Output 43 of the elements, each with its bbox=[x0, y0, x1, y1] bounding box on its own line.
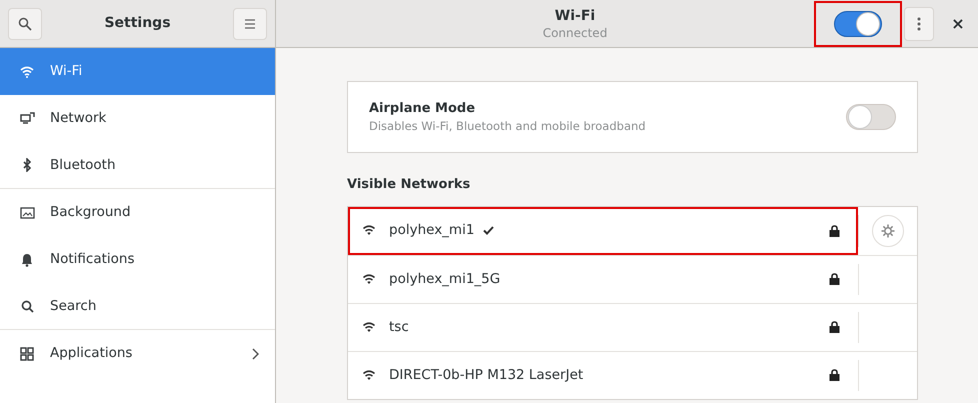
wifi-signal-icon bbox=[363, 322, 375, 332]
settings-button[interactable] bbox=[872, 214, 904, 246]
wifi-icon bbox=[19, 66, 35, 78]
bell-icon bbox=[19, 252, 35, 266]
menu-icon bbox=[244, 18, 256, 28]
sidebar-item[interactable]: Bluetooth bbox=[0, 142, 275, 189]
computer-icon bbox=[19, 112, 35, 125]
page-subtitle: Connected bbox=[542, 24, 608, 40]
settings-icon bbox=[881, 224, 895, 238]
network-row[interactable]: polyhex_mi1_5G bbox=[348, 254, 917, 302]
search-icon bbox=[19, 300, 35, 312]
sidebar-item[interactable]: Applications bbox=[0, 330, 275, 377]
network-row[interactable]: tsc bbox=[348, 302, 917, 350]
image-icon bbox=[19, 206, 35, 218]
menu-button[interactable] bbox=[233, 8, 267, 40]
search-button[interactable] bbox=[8, 8, 42, 40]
network-name: polyhex_mi1 bbox=[389, 221, 474, 240]
sidebar-item[interactable]: Network bbox=[0, 95, 275, 142]
sidebar-item[interactable]: Search bbox=[0, 283, 275, 330]
sidebar-item[interactable]: Notifications bbox=[0, 236, 275, 283]
grid-icon bbox=[19, 346, 35, 360]
sidebar-item[interactable]: Background bbox=[0, 189, 275, 236]
sidebar-item[interactable]: Wi-Fi bbox=[0, 48, 275, 95]
network-name: polyhex_mi1_5G bbox=[389, 270, 500, 289]
sidebar-title: Settings bbox=[103, 14, 172, 33]
chevron-right-icon bbox=[252, 348, 259, 360]
airplane-mode-label: Airplane Mode bbox=[369, 100, 476, 118]
more-options-button[interactable] bbox=[904, 6, 934, 40]
airplane-mode-toggle[interactable] bbox=[846, 104, 896, 130]
close-button[interactable]: × bbox=[938, 6, 978, 40]
network-row[interactable]: polyhex_mi1 bbox=[348, 206, 917, 254]
wifi-signal-icon bbox=[363, 225, 375, 236]
search-icon bbox=[18, 16, 32, 30]
network-name: tsc bbox=[389, 318, 409, 337]
network-row[interactable]: DIRECT-0b-HP M132 LaserJet bbox=[348, 350, 917, 398]
airplane-mode-description: Disables Wi-Fi, Bluetooth and mobile broadband bbox=[369, 118, 647, 136]
wifi-toggle[interactable] bbox=[834, 10, 882, 36]
network-name: DIRECT-0b-HP M132 LaserJet bbox=[389, 366, 584, 385]
page-title: Wi-Fi bbox=[554, 6, 596, 24]
wifi-signal-icon bbox=[363, 274, 375, 284]
section-heading: Visible Networks bbox=[347, 176, 472, 194]
kebab-menu-icon bbox=[917, 16, 921, 30]
wifi-signal-icon bbox=[363, 370, 375, 380]
